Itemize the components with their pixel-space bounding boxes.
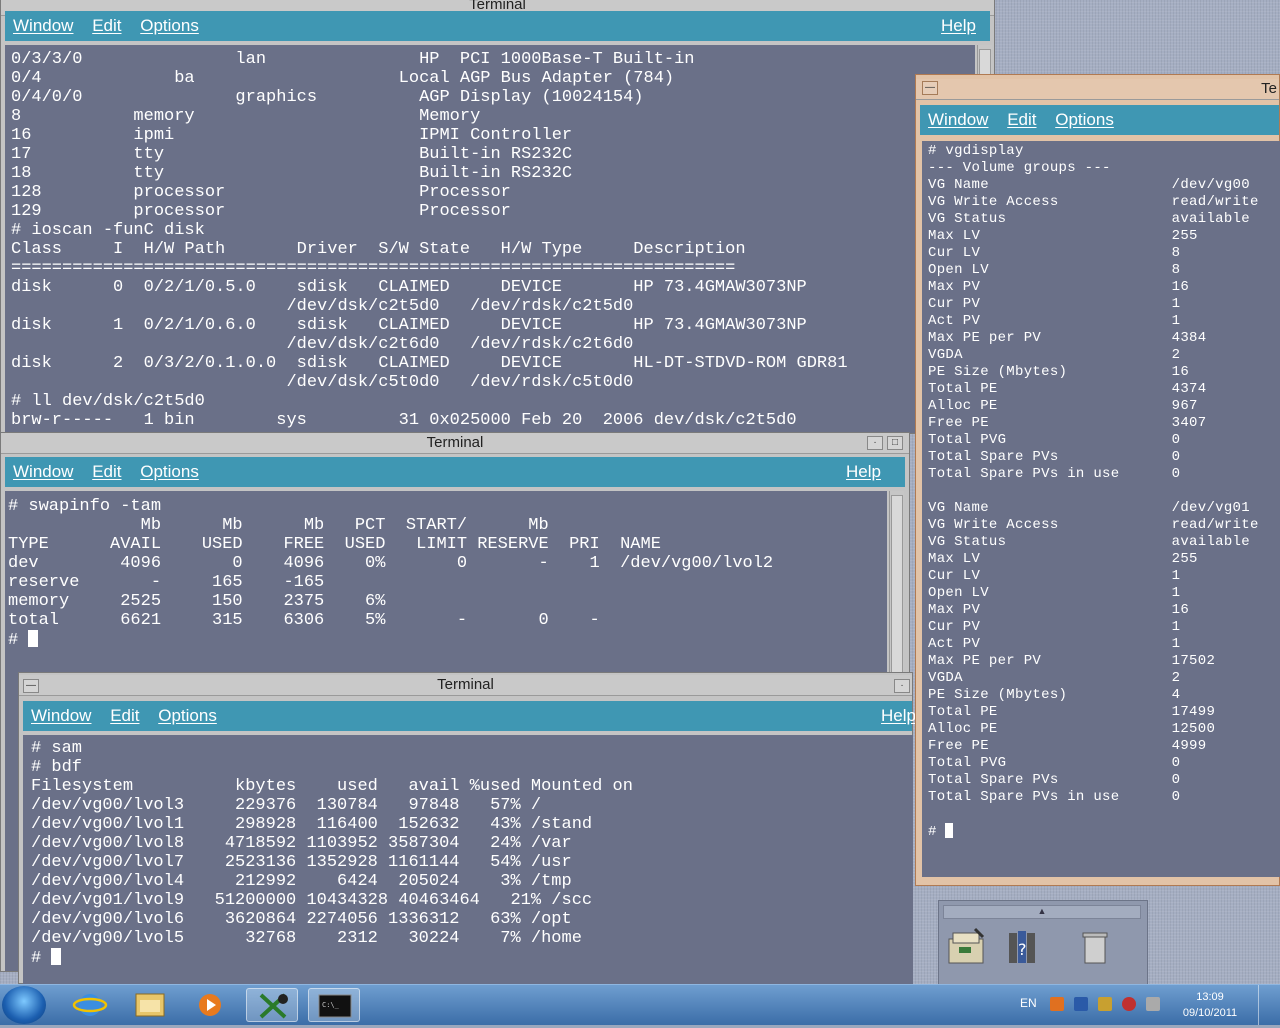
internet-explorer-icon[interactable]	[64, 988, 116, 1022]
menu-edit[interactable]: Edit	[110, 706, 139, 725]
menu-window[interactable]: Window	[31, 706, 91, 725]
terminal-text: 0/3/3/0 lan HP PCI 1000Base-T Built-in 0…	[11, 50, 848, 430]
menu-options[interactable]: Options	[1055, 110, 1114, 129]
terminal-output[interactable]: # sam # bdf Filesystem kbytes used avail…	[23, 735, 913, 985]
terminal-output[interactable]: # vgdisplay --- Volume groups --- VG Nam…	[922, 141, 1280, 877]
start-button[interactable]	[2, 986, 46, 1024]
terminal-window-vgdisplay: Te — Window Edit Options # vgdisplay ---…	[915, 74, 1280, 886]
terminal-text: # vgdisplay --- Volume groups --- VG Nam…	[928, 143, 1275, 841]
terminal-text: # sam # bdf Filesystem kbytes used avail…	[31, 739, 905, 968]
help-manager-icon[interactable]: ?	[1003, 925, 1047, 969]
minimize-button[interactable]: ·	[894, 679, 910, 693]
cde-subpanel: ▲ ?	[938, 900, 1148, 986]
menubar: Window Edit Options Help	[5, 457, 905, 487]
menubar: Window Edit Options	[920, 105, 1279, 135]
window-titlebar[interactable]: Terminal	[1, 433, 909, 454]
terminal-lines: # swapinfo -tam Mb Mb Mb PCT START/ Mb T…	[8, 497, 774, 650]
tray-icon-power[interactable]	[1146, 997, 1160, 1011]
menu-help[interactable]: Help	[881, 701, 916, 731]
media-player-icon[interactable]	[184, 988, 236, 1022]
terminal-output[interactable]: 0/3/3/0 lan HP PCI 1000Base-T Built-in 0…	[5, 45, 975, 433]
menu-window[interactable]: Window	[13, 16, 73, 35]
tray-icon-network[interactable]	[1074, 997, 1088, 1011]
clock-date: 09/10/2011	[1182, 1007, 1238, 1019]
menu-edit[interactable]: Edit	[1007, 110, 1036, 129]
text-cursor	[51, 948, 62, 965]
xmanager-icon[interactable]	[246, 988, 298, 1022]
terminal-window-top: Terminal Window Edit Options Help 0/3/3/…	[0, 0, 995, 434]
menu-help[interactable]: Help	[941, 11, 976, 41]
menu-options[interactable]: Options	[158, 706, 217, 725]
clock-time: 13:09	[1196, 991, 1224, 1003]
menu-edit[interactable]: Edit	[92, 462, 121, 481]
tray-icon-action-center[interactable]	[1098, 997, 1112, 1011]
language-indicator[interactable]: EN	[1020, 996, 1037, 1010]
taskbar: C:\_ EN 13:09 09/10/2011	[0, 984, 1280, 1025]
menubar: Window Edit Options Help	[5, 11, 990, 41]
maximize-button[interactable]: □	[887, 436, 903, 450]
menu-window[interactable]: Window	[13, 462, 73, 481]
menu-options[interactable]: Options	[140, 462, 199, 481]
terminal-lines: # sam # bdf Filesystem kbytes used avail…	[31, 739, 633, 968]
window-menu-button[interactable]: —	[23, 679, 39, 693]
trash-icon[interactable]	[1073, 925, 1117, 969]
menu-options[interactable]: Options	[140, 16, 199, 35]
tray-icon-volume[interactable]	[1050, 997, 1064, 1011]
menu-window[interactable]: Window	[928, 110, 988, 129]
file-manager-icon[interactable]	[945, 925, 989, 969]
window-menu-button[interactable]: —	[922, 81, 938, 95]
text-cursor	[945, 823, 954, 838]
tray-icon-security[interactable]	[1122, 997, 1136, 1011]
terminal-text: # swapinfo -tam Mb Mb Mb PCT START/ Mb T…	[8, 497, 884, 650]
system-tray: EN 13:09 09/10/2011	[1020, 985, 1270, 1025]
show-desktop-button[interactable]	[1258, 985, 1271, 1025]
menubar: Window Edit Options Help	[23, 701, 916, 731]
clock[interactable]: 13:09 09/10/2011	[1170, 989, 1250, 1021]
minimize-button[interactable]: ·	[867, 436, 883, 450]
menu-edit[interactable]: Edit	[92, 16, 121, 35]
command-prompt-icon[interactable]: C:\_	[308, 988, 360, 1022]
window-titlebar[interactable]: Terminal	[19, 675, 912, 696]
terminal-window-bdf: Terminal — · Window Edit Options Help # …	[18, 672, 916, 985]
svg-text:C:\_: C:\_	[322, 1001, 340, 1009]
window-titlebar[interactable]: Te	[916, 79, 1279, 100]
svg-text:?: ?	[1018, 940, 1027, 959]
terminal-lines: # vgdisplay --- Volume groups --- VG Nam…	[928, 143, 1259, 840]
menu-help[interactable]: Help	[846, 457, 881, 487]
windows-explorer-icon[interactable]	[124, 988, 176, 1022]
text-cursor	[28, 630, 39, 647]
subpanel-handle[interactable]: ▲	[943, 905, 1141, 919]
